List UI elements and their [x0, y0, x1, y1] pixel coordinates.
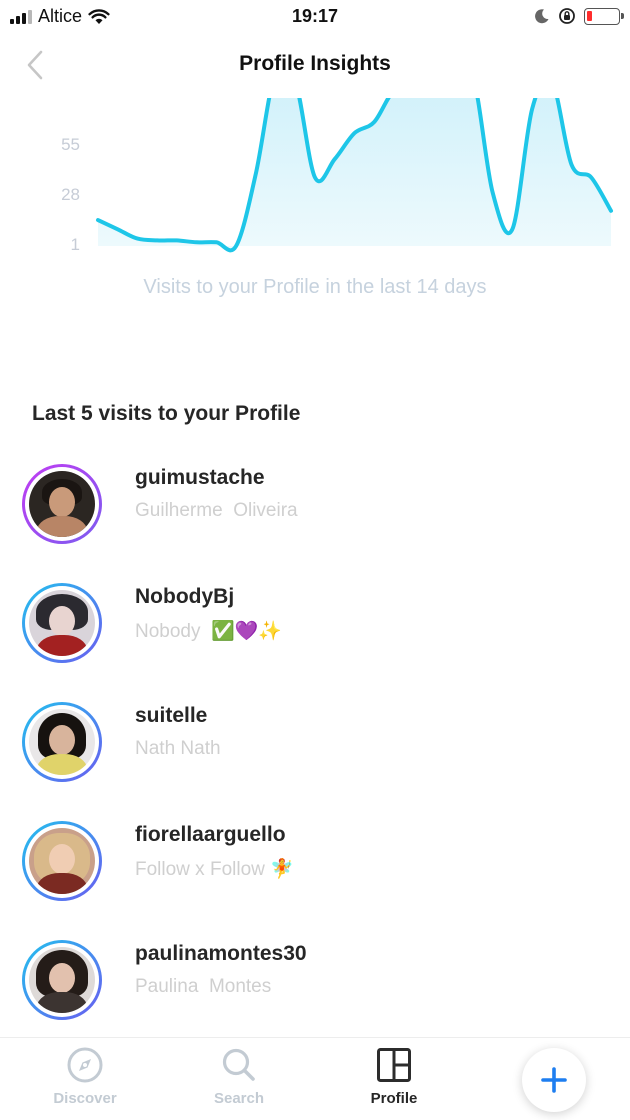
- visitor-fullname: Nath Nath: [135, 738, 221, 759]
- avatar-ring: [22, 940, 102, 1020]
- avatar-ring: [22, 464, 102, 544]
- page-title: Profile Insights: [239, 52, 391, 75]
- visit-item-fiorellaarguello[interactable]: fiorellaarguello Follow x Follow 🧚: [0, 815, 630, 934]
- visitor-username[interactable]: suitelle: [135, 704, 207, 728]
- chart-plot: [96, 98, 613, 253]
- status-right: [534, 7, 624, 25]
- visitor-fullname: Paulina Montes: [135, 976, 272, 997]
- avatar[interactable]: [29, 590, 95, 656]
- y-tick-label: 1: [70, 235, 80, 254]
- tab-profile[interactable]: Profile: [339, 1046, 449, 1107]
- visit-item-guimustache[interactable]: guimustache Guilherme Oliveira: [0, 458, 630, 577]
- tab-label: Profile: [370, 1090, 418, 1107]
- avatar-ring: [22, 702, 102, 782]
- visitor-fullname: Guilherme Oliveira: [135, 500, 298, 521]
- visitor-username[interactable]: guimustache: [135, 466, 265, 490]
- status-bar: Altice 19:17: [0, 0, 630, 36]
- rotation-lock-icon: [559, 8, 575, 24]
- visitor-username[interactable]: fiorellaarguello: [135, 823, 286, 847]
- add-button[interactable]: [522, 1048, 586, 1112]
- visits-chart-svg: [96, 98, 613, 253]
- nav-bar: Profile Insights: [0, 40, 630, 90]
- layout-icon: [377, 1048, 411, 1082]
- visits-section-title: Last 5 visits to your Profile: [32, 402, 301, 425]
- search-icon: [222, 1048, 255, 1081]
- plus-icon: [541, 1067, 567, 1093]
- visitor-username[interactable]: paulinamontes30: [135, 942, 307, 966]
- y-tick-label: 28: [61, 185, 80, 205]
- y-tick-label: 55: [61, 135, 80, 155]
- visitor-fullname: Nobody ✅💜✨: [135, 621, 283, 642]
- avatar[interactable]: [29, 828, 95, 894]
- chart-caption: Visits to your Profile in the last 14 da…: [143, 276, 487, 298]
- visit-item-paulinamontes30[interactable]: paulinamontes30 Paulina Montes: [0, 934, 630, 1053]
- chart-area-fill: [98, 98, 611, 251]
- avatar[interactable]: [29, 709, 95, 775]
- visitor-fullname: Follow x Follow 🧚: [135, 859, 294, 880]
- visits-chart: 1 28 55: [0, 92, 630, 262]
- avatar-ring: [22, 583, 102, 663]
- tab-label: Discover: [53, 1090, 117, 1107]
- visitor-username[interactable]: NobodyBj: [135, 585, 234, 609]
- avatar[interactable]: [29, 947, 95, 1013]
- tab-label: Search: [213, 1090, 265, 1107]
- visit-item-nobodybj[interactable]: NobodyBj Nobody ✅💜✨: [0, 577, 630, 696]
- visit-item-suitelle[interactable]: suitelle Nath Nath: [0, 696, 630, 815]
- avatar[interactable]: [29, 471, 95, 537]
- tab-discover[interactable]: Discover: [30, 1046, 140, 1107]
- tab-search[interactable]: Search: [184, 1046, 294, 1107]
- visit-list: guimustache Guilherme Oliveira NobodyBj …: [0, 458, 630, 1053]
- compass-icon: [67, 1047, 103, 1083]
- moon-icon: [535, 9, 549, 24]
- battery-icon: [584, 7, 624, 25]
- avatar-ring: [22, 821, 102, 901]
